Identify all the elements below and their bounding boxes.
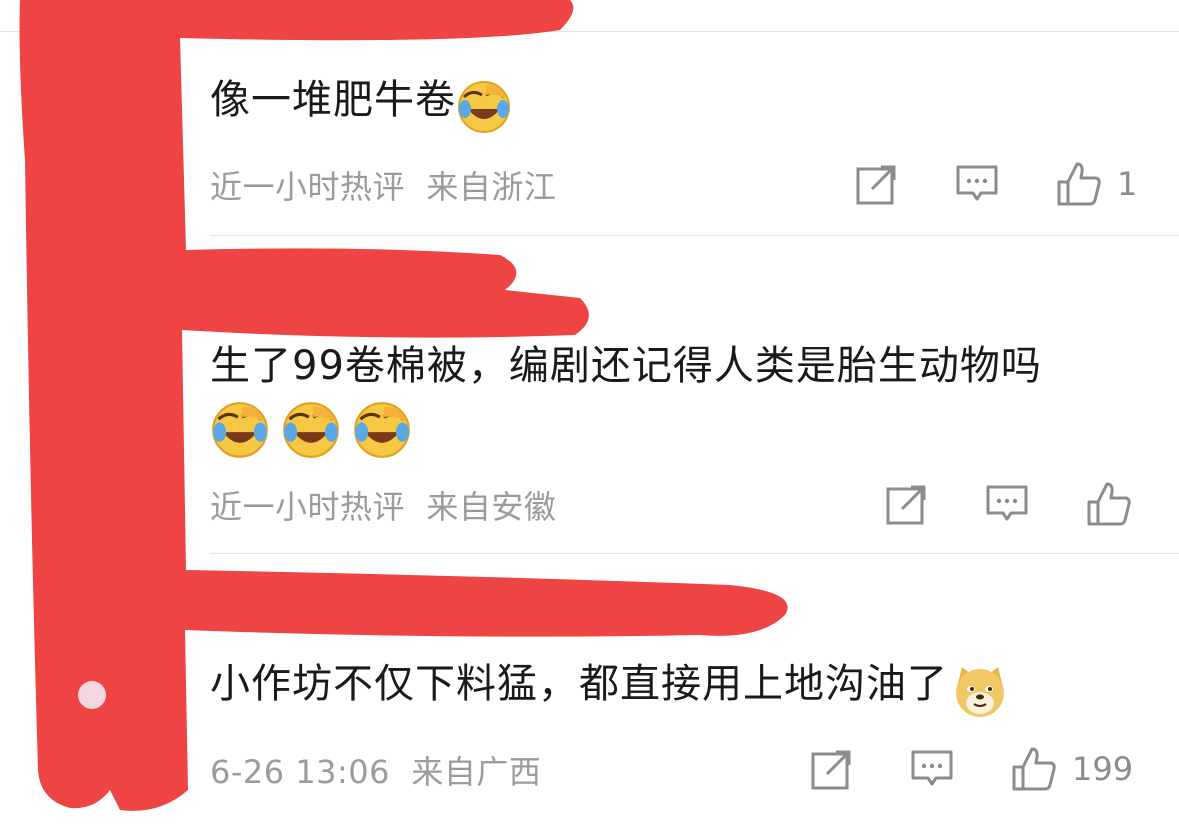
thumbs-up-icon: [1057, 162, 1101, 206]
like-button[interactable]: [1085, 480, 1147, 528]
like-count: 1: [1117, 165, 1138, 203]
divider: [210, 235, 1179, 236]
comment-meta: 近一小时热评 来自浙江: [210, 162, 556, 208]
comment-icon[interactable]: [955, 162, 999, 206]
divider: [210, 553, 1179, 554]
laugh-cry-emoji: [352, 400, 412, 464]
comment-text: 小作坊不仅下料猛，都直接用上地沟油了: [210, 661, 948, 707]
comment-actions: 199: [810, 745, 1133, 793]
share-icon[interactable]: [855, 162, 899, 206]
comment-text: 生了99卷棉被，编剧还记得人类是胎生动物吗: [210, 343, 1042, 389]
comment-location: 来自安徽: [426, 488, 557, 526]
comment-meta: 近一小时热评 来自安徽: [210, 482, 556, 528]
comment-time: 6-26 13:06: [210, 753, 391, 791]
laugh-cry-emoji: [210, 400, 270, 464]
thumbs-up-icon: [1087, 482, 1131, 526]
like-button[interactable]: 199: [1010, 745, 1133, 793]
comment-item: 像一堆肥牛卷: [210, 68, 1139, 139]
comment-time: 近一小时热评: [210, 488, 406, 526]
comment-location: 来自广西: [411, 753, 542, 791]
laugh-cry-emoji: [281, 400, 341, 464]
comment-actions: 1: [855, 160, 1137, 208]
divider: [0, 31, 1179, 32]
doge-emoji: [952, 663, 1008, 723]
comment-icon[interactable]: [910, 747, 954, 791]
comment-location: 来自浙江: [426, 168, 557, 206]
like-button[interactable]: 1: [1055, 160, 1137, 208]
avatar-fragment: [78, 681, 106, 709]
comment-text: 像一堆肥牛卷: [210, 77, 456, 123]
comment-item: 生了99卷棉被，编剧还记得人类是胎生动物吗: [210, 334, 1149, 464]
comment-time: 近一小时热评: [210, 168, 406, 206]
comment-item: 小作坊不仅下料猛，都直接用上地沟油了: [210, 652, 1139, 723]
comment-icon[interactable]: [985, 482, 1029, 526]
share-icon[interactable]: [885, 482, 929, 526]
comment-meta: 6-26 13:06 来自广西: [210, 747, 541, 793]
like-count: 199: [1072, 750, 1134, 788]
thumbs-up-icon: [1012, 747, 1056, 791]
share-icon[interactable]: [810, 747, 854, 791]
comment-actions: [885, 480, 1147, 528]
emoji-row: [210, 400, 1149, 464]
laugh-cry-emoji: [456, 79, 512, 139]
